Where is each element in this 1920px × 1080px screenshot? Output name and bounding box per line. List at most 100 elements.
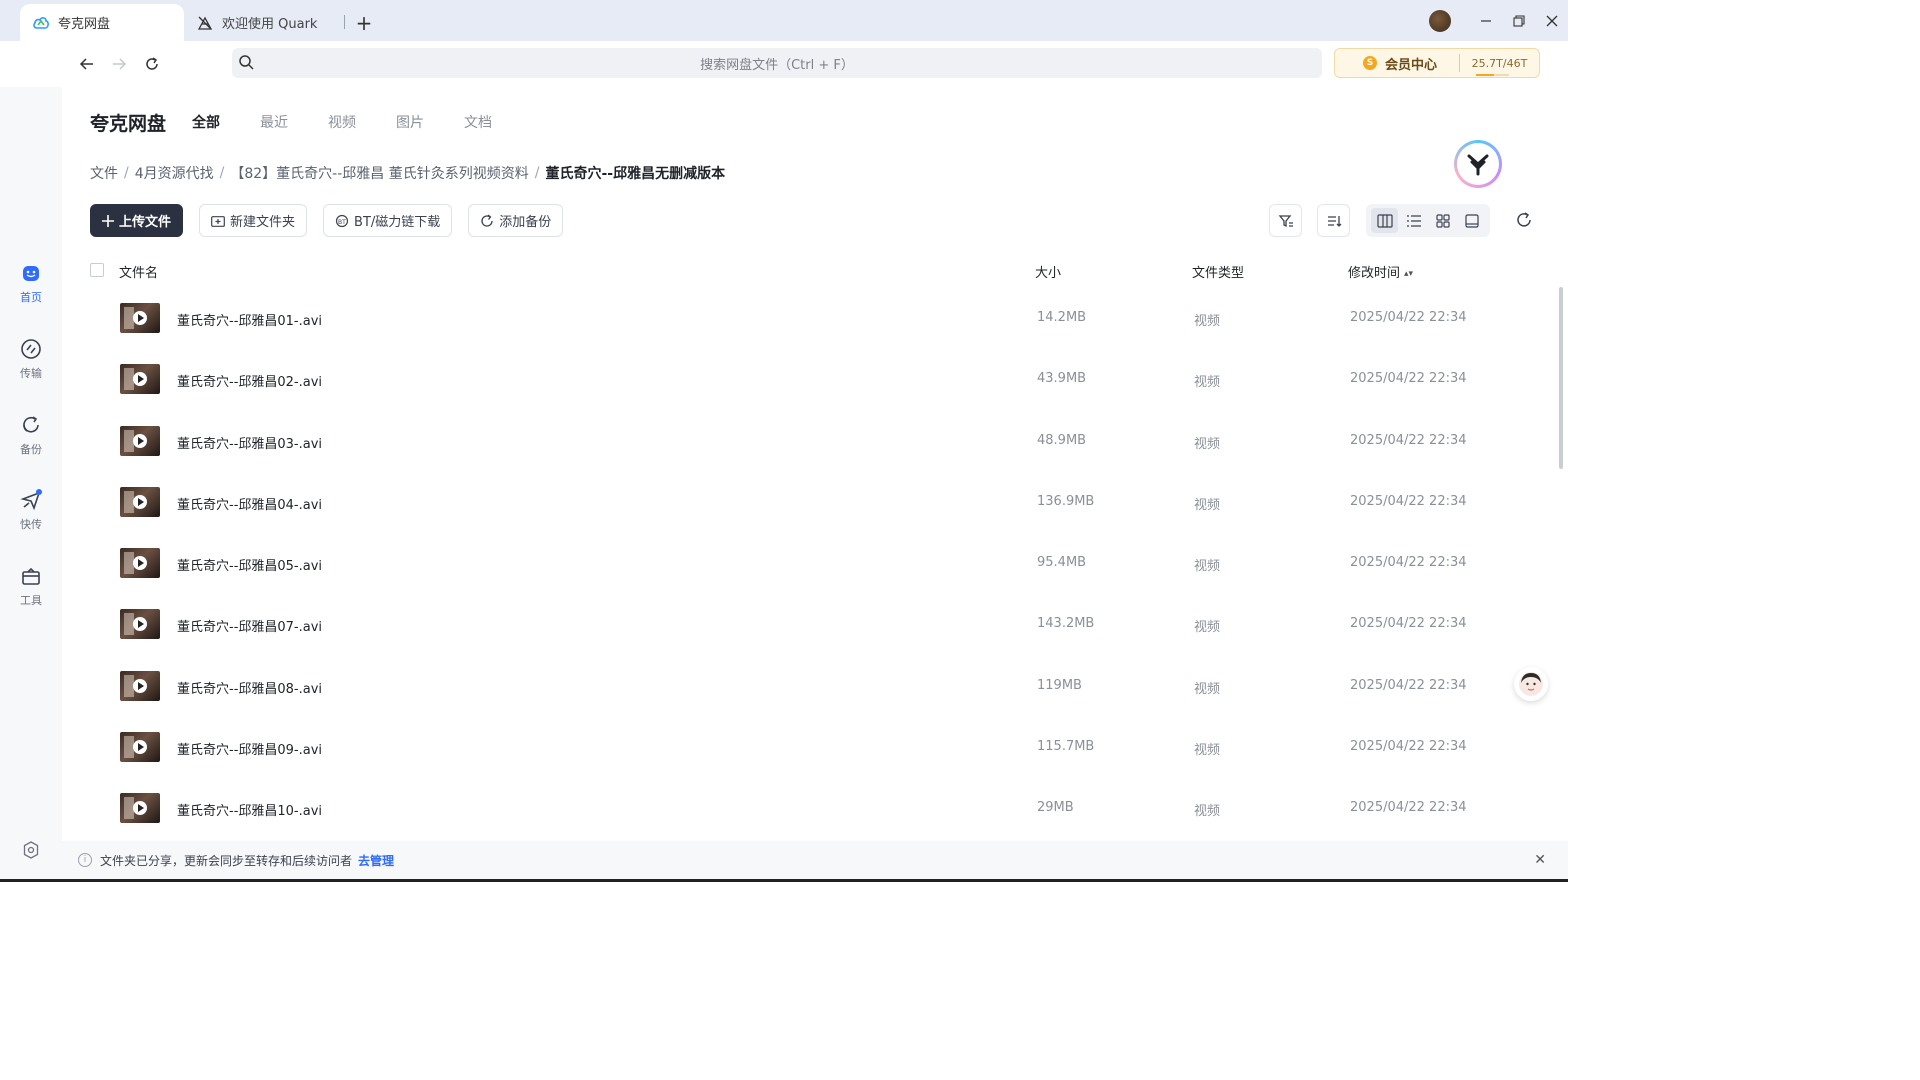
file-name[interactable]: 董氏奇穴--邱雅昌05-.avi xyxy=(177,555,322,574)
view-columns-button[interactable] xyxy=(1371,208,1398,233)
file-type: 视频 xyxy=(1194,314,1221,329)
home-icon xyxy=(19,261,43,285)
filter-button[interactable] xyxy=(1269,204,1302,237)
breadcrumb-item[interactable]: 4月资源代找 xyxy=(135,163,214,183)
sidebar-item-home[interactable]: 首页 xyxy=(0,261,62,305)
table-row[interactable]: 董氏奇穴--邱雅昌02-.avi 43.9MB 视频 2025/04/22 22:34 xyxy=(90,351,1540,412)
file-size: 143.2MB xyxy=(1037,616,1095,632)
file-name[interactable]: 董氏奇穴--邱雅昌08-.avi xyxy=(177,678,322,697)
file-name[interactable]: 董氏奇穴--邱雅昌04-.avi xyxy=(177,494,322,513)
tab-video[interactable]: 视频 xyxy=(328,112,356,132)
back-button[interactable] xyxy=(74,51,100,77)
table-row[interactable]: 董氏奇穴--邱雅昌05-.avi 95.4MB 视频 2025/04/22 22:34 xyxy=(90,535,1540,596)
info-icon: i xyxy=(78,853,92,867)
sort-button[interactable] xyxy=(1317,204,1350,237)
sync-icon xyxy=(480,213,494,228)
video-thumbnail xyxy=(120,548,160,579)
tab-all[interactable]: 全部 xyxy=(192,112,220,132)
ai-assistant-badge[interactable] xyxy=(1454,140,1502,188)
file-modified-time: 2025/04/22 22:34 xyxy=(1350,739,1467,755)
file-type: 视频 xyxy=(1194,743,1221,759)
file-size: 29MB xyxy=(1037,800,1074,816)
file-name[interactable]: 董氏奇穴--邱雅昌02-.avi xyxy=(177,371,322,390)
file-name[interactable]: 董氏奇穴--邱雅昌01-.avi xyxy=(177,310,322,329)
close-window-button[interactable] xyxy=(1535,0,1568,41)
sidebar-item-tools[interactable]: 工具 xyxy=(0,564,62,608)
file-modified-time: 2025/04/22 22:34 xyxy=(1350,310,1467,325)
breadcrumb-separator: / xyxy=(124,165,129,181)
ai-logo-icon xyxy=(1457,143,1499,185)
select-all-checkbox[interactable] xyxy=(90,263,104,277)
video-thumbnail xyxy=(120,732,160,763)
svg-text:BT: BT xyxy=(338,219,346,226)
table-row[interactable]: 董氏奇穴--邱雅昌07-.avi 143.2MB 视频 2025/04/22 22:3… xyxy=(90,596,1540,657)
tab-quark-drive[interactable]: 夸克网盘 xyxy=(20,4,184,41)
tab-label: 欢迎使用 Quark xyxy=(222,17,318,32)
header-type[interactable]: 文件类型 xyxy=(1192,262,1244,281)
view-list-button[interactable] xyxy=(1400,208,1427,233)
grid-icon xyxy=(1435,213,1450,228)
play-icon xyxy=(133,494,147,509)
columns-icon xyxy=(1376,213,1393,228)
add-backup-button[interactable]: 添加备份 xyxy=(468,204,564,237)
tab-image[interactable]: 图片 xyxy=(396,112,424,132)
sidebar-label: 首页 xyxy=(20,291,42,304)
reload-button[interactable] xyxy=(139,51,165,77)
user-avatar[interactable] xyxy=(1429,9,1451,32)
sidebar-label: 工具 xyxy=(20,594,42,607)
tab-label: 夸克网盘 xyxy=(58,17,111,32)
quick-send-icon xyxy=(19,488,43,512)
sidebar-item-quick-send[interactable]: 快传 xyxy=(0,488,62,532)
file-name[interactable]: 董氏奇穴--邱雅昌10-.avi xyxy=(177,800,322,819)
file-name[interactable]: 董氏奇穴--邱雅昌03-.avi xyxy=(177,433,322,452)
storage-usage[interactable]: 25.7T/46T xyxy=(1460,57,1539,76)
vip-center[interactable]: S 会员中心 25.7T/46T xyxy=(1334,48,1540,78)
play-icon xyxy=(133,372,147,387)
table-row[interactable]: 董氏奇穴--邱雅昌03-.avi 48.9MB 视频 2025/04/22 22:34 xyxy=(90,413,1540,474)
toolbox-icon xyxy=(19,564,43,588)
table-row[interactable]: 董氏奇穴--邱雅昌10-.avi 29MB 视频 2025/04/22 22:34 xyxy=(90,780,1540,841)
scrollbar[interactable] xyxy=(1559,287,1563,469)
tab-recent[interactable]: 最近 xyxy=(260,112,288,132)
breadcrumb-item[interactable]: 【82】董氏奇穴--邱雅昌 董氏针灸系列视频资料 xyxy=(230,163,528,183)
breadcrumb-item[interactable]: 文件 xyxy=(90,163,118,183)
file-modified-time: 2025/04/22 22:34 xyxy=(1350,800,1467,816)
table-row[interactable]: 董氏奇穴--邱雅昌01-.avi 14.2MB 视频 2025/04/22 22:34 xyxy=(90,290,1540,351)
view-grid-button[interactable] xyxy=(1429,208,1456,233)
tab-document[interactable]: 文档 xyxy=(464,112,492,132)
new-folder-button[interactable]: 新建文件夹 xyxy=(199,204,308,237)
sidebar-item-backup[interactable]: 备份 xyxy=(0,413,62,457)
view-mode-switcher xyxy=(1366,204,1490,237)
sidebar-item-transfer[interactable]: 传输 xyxy=(0,337,62,381)
file-type: 视频 xyxy=(1194,681,1221,697)
refresh-button[interactable] xyxy=(1512,208,1536,232)
table-row[interactable]: 董氏奇穴--邱雅昌04-.avi 136.9MB 视频 2025/04/22 22:3… xyxy=(90,474,1540,535)
file-modified-time: 2025/04/22 22:34 xyxy=(1350,432,1467,448)
header-name[interactable]: 文件名 xyxy=(119,262,158,281)
notice-text: 文件夹已分享，更新会同步至转存和后续访问者 xyxy=(100,853,353,868)
file-size: 95.4MB xyxy=(1037,555,1087,571)
tab-welcome-quark[interactable]: 欢迎使用 Quark xyxy=(184,4,344,41)
table-row[interactable]: 董氏奇穴--邱雅昌08-.avi 119MB 视频 2025/04/22 22:34 xyxy=(90,658,1540,719)
header-size[interactable]: 大小 xyxy=(1035,262,1061,281)
vip-center-button[interactable]: S 会员中心 xyxy=(1335,54,1459,73)
vip-label: 会员中心 xyxy=(1385,57,1438,73)
search-input[interactable]: 搜索网盘文件（Ctrl + F） xyxy=(232,48,1322,78)
table-row[interactable]: 董氏奇穴--邱雅昌09-.avi 115.7MB 视频 2025/04/22 22:3… xyxy=(90,719,1540,780)
file-name[interactable]: 董氏奇穴--邱雅昌07-.avi xyxy=(177,616,322,635)
file-size: 136.9MB xyxy=(1037,493,1095,509)
close-notice-button[interactable]: ✕ xyxy=(1534,852,1546,868)
new-tab-button[interactable]: + xyxy=(349,4,379,41)
assistant-avatar-button[interactable] xyxy=(1514,667,1548,701)
bt-download-button[interactable]: BT BT/磁力链下载 xyxy=(323,204,453,237)
manage-link[interactable]: 去管理 xyxy=(358,852,394,869)
button-label: 添加备份 xyxy=(499,215,552,230)
settings-button[interactable] xyxy=(21,840,41,860)
forward-button[interactable] xyxy=(106,51,132,77)
upload-file-button[interactable]: 上传文件 xyxy=(90,204,184,237)
restore-button[interactable] xyxy=(1502,0,1535,41)
header-modified-time[interactable]: 修改时间 ▴▾ xyxy=(1348,262,1413,281)
file-name[interactable]: 董氏奇穴--邱雅昌09-.avi xyxy=(177,739,322,758)
minimize-button[interactable] xyxy=(1469,0,1502,41)
view-preview-button[interactable] xyxy=(1458,208,1485,233)
